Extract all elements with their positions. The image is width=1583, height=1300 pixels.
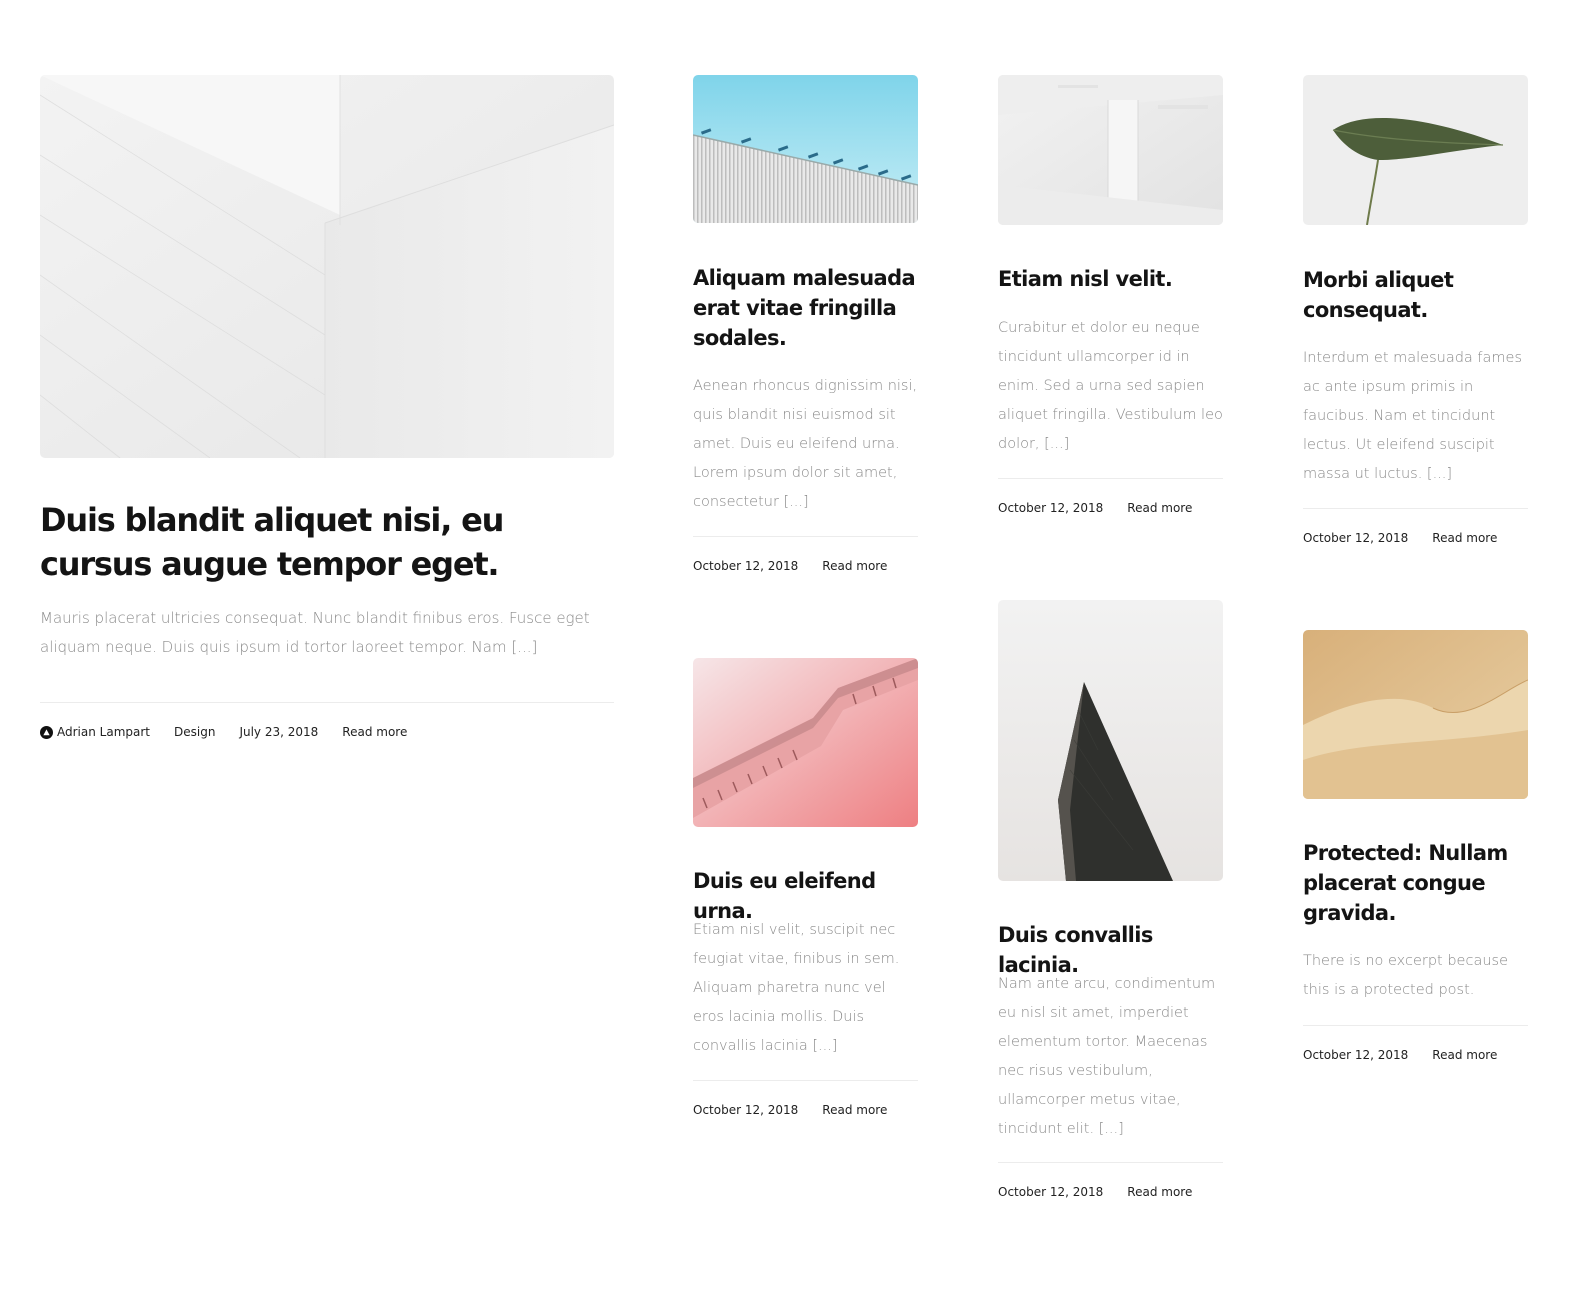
post-date: October 12, 2018 <box>998 501 1104 515</box>
post-title[interactable]: Aliquam malesuada erat vitae fringilla s… <box>693 263 918 353</box>
category-link[interactable]: Design <box>174 725 215 739</box>
post-meta: October 12, 2018 Read more <box>998 501 1192 515</box>
divider <box>998 1162 1223 1163</box>
divider <box>1303 508 1528 509</box>
divider <box>40 702 614 703</box>
featured-post-meta: Adrian Lampart Design July 23, 2018 Read… <box>40 725 407 739</box>
post-date: October 12, 2018 <box>693 559 799 573</box>
author-name: Adrian Lampart <box>57 725 150 739</box>
post-title[interactable]: Morbi aliquet consequat. <box>1303 265 1528 325</box>
post-excerpt: There is no excerpt because this is a pr… <box>1303 953 1508 998</box>
author-avatar-icon <box>40 725 53 739</box>
post-meta: October 12, 2018 Read more <box>1303 531 1497 545</box>
post-card: Duis convallis lacinia. Nam ante arcu, c… <box>998 600 1223 1220</box>
post-card: Duis eu eleifend urna. Etiam nisl velit,… <box>693 658 918 1138</box>
post-card: Etiam nisl velit. Curabitur et dolor eu … <box>998 75 1223 535</box>
blue-sky-fence-image[interactable] <box>693 75 918 223</box>
white-architecture-image[interactable] <box>40 75 614 458</box>
post-title[interactable]: Etiam nisl velit. <box>998 264 1223 294</box>
dark-tower-image[interactable] <box>998 600 1223 881</box>
featured-post-title[interactable]: Duis blandit aliquet nisi, eu cursus aug… <box>40 498 580 586</box>
post-date: July 23, 2018 <box>239 725 319 739</box>
read-more-link[interactable]: Read more <box>342 725 407 739</box>
post-meta: October 12, 2018 Read more <box>1303 1048 1497 1062</box>
divider <box>693 536 918 537</box>
post-date: October 12, 2018 <box>1303 531 1409 545</box>
read-more-link[interactable]: Read more <box>822 1103 887 1117</box>
read-more-link[interactable]: Read more <box>1127 1185 1192 1199</box>
post-card: Morbi aliquet consequat. Interdum et mal… <box>1303 75 1528 565</box>
divider <box>693 1080 918 1081</box>
pink-escalator-image[interactable] <box>693 658 918 827</box>
sand-dune-image[interactable] <box>1303 630 1528 799</box>
green-leaf-image[interactable] <box>1303 75 1528 225</box>
divider <box>1303 1025 1528 1026</box>
post-card: Aliquam malesuada erat vitae fringilla s… <box>693 75 918 595</box>
read-more-link[interactable]: Read more <box>1432 1048 1497 1062</box>
featured-post-excerpt: Mauris placerat ultricies consequat. Nun… <box>40 609 590 656</box>
divider <box>998 478 1223 479</box>
post-excerpt: Interdum et malesuada fames ac ante ipsu… <box>1303 350 1523 482</box>
white-room-image[interactable] <box>998 75 1223 225</box>
post-title[interactable]: Protected: Nullam placerat congue gravid… <box>1303 838 1528 928</box>
post-excerpt: Nam ante arcu, condimentum eu nisl sit a… <box>998 976 1216 1137</box>
featured-post: Duis blandit aliquet nisi, eu cursus aug… <box>40 75 614 775</box>
post-meta: October 12, 2018 Read more <box>998 1185 1192 1199</box>
post-date: October 12, 2018 <box>1303 1048 1409 1062</box>
post-card: Protected: Nullam placerat congue gravid… <box>1303 630 1528 1080</box>
read-more-link[interactable]: Read more <box>1127 501 1192 515</box>
read-more-link[interactable]: Read more <box>1432 531 1497 545</box>
post-meta: October 12, 2018 Read more <box>693 559 887 573</box>
post-date: October 12, 2018 <box>693 1103 799 1117</box>
author[interactable]: Adrian Lampart <box>40 725 150 739</box>
post-meta: October 12, 2018 Read more <box>693 1103 887 1117</box>
read-more-link[interactable]: Read more <box>822 559 887 573</box>
post-date: October 12, 2018 <box>998 1185 1104 1199</box>
post-excerpt: Aenean rhoncus dignissim nisi, quis blan… <box>693 378 918 510</box>
post-excerpt: Curabitur et dolor eu neque tincidunt ul… <box>998 320 1223 452</box>
post-excerpt: Etiam nisl velit, suscipit nec feugiat v… <box>693 922 900 1054</box>
